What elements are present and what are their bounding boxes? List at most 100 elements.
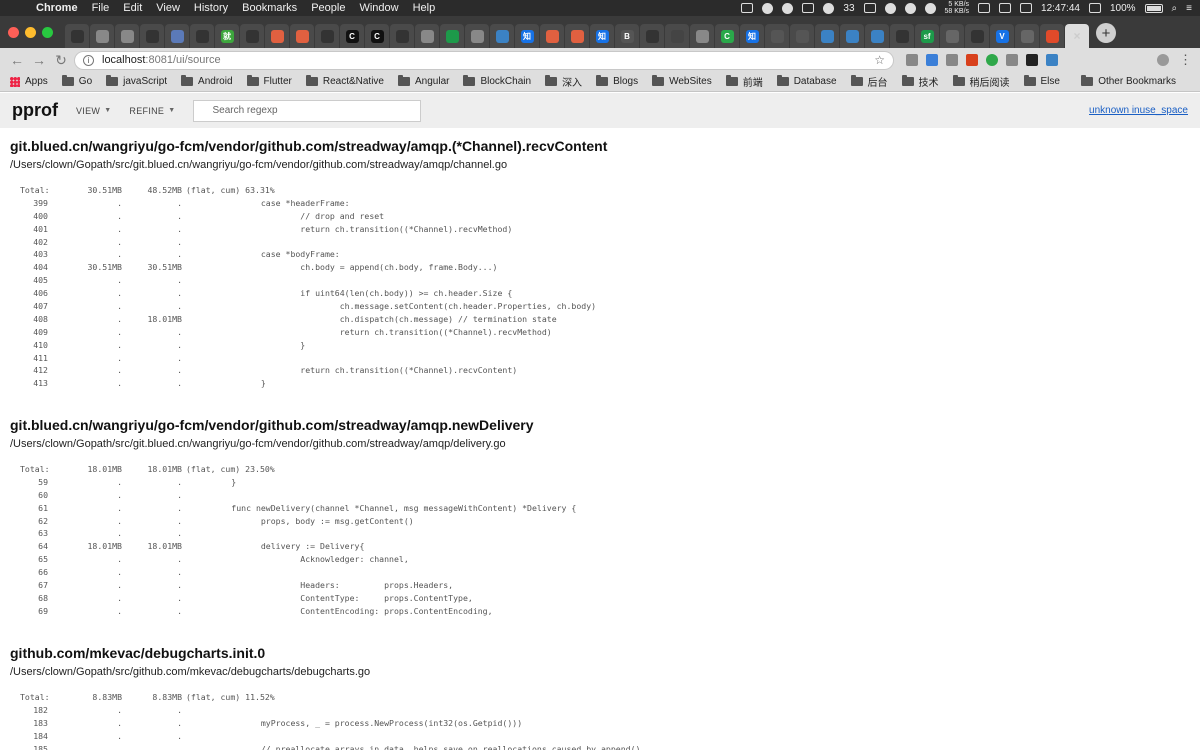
refine-menu[interactable]: REFINE ▼ <box>129 106 175 116</box>
bookmark-folder[interactable]: javaScript <box>106 74 167 89</box>
spotlight-icon[interactable]: ⌕ <box>1172 3 1178 14</box>
tray-chat-icon[interactable] <box>782 2 794 14</box>
menu-history[interactable]: History <box>194 2 228 14</box>
bookmark-folder[interactable]: 后台 <box>850 74 888 89</box>
menu-list-icon[interactable]: ≡ <box>1186 3 1192 14</box>
browser-tab[interactable] <box>165 24 189 48</box>
bookmark-folder[interactable]: Flutter <box>246 74 292 89</box>
browser-tab[interactable] <box>890 24 914 48</box>
browser-tab[interactable] <box>315 24 339 48</box>
browser-tab[interactable] <box>65 24 89 48</box>
bookmark-folder[interactable]: Go <box>61 74 92 89</box>
extension-tool-icon[interactable] <box>946 54 958 66</box>
close-window-button[interactable] <box>8 26 19 38</box>
bookmark-folder[interactable]: Android <box>181 74 233 89</box>
menu-bookmarks[interactable]: Bookmarks <box>242 2 297 14</box>
close-tab-icon[interactable]: × <box>1073 29 1080 43</box>
tray-sync-icon[interactable] <box>904 2 916 14</box>
browser-tab[interactable]: 知 <box>740 24 764 48</box>
menu-edit[interactable]: Edit <box>123 2 142 14</box>
extension-green-icon[interactable] <box>986 54 998 66</box>
menu-window[interactable]: Window <box>359 2 398 14</box>
bookmark-folder[interactable]: 前端 <box>725 74 763 89</box>
browser-tab[interactable]: 知 <box>515 24 539 48</box>
tray-net-speed[interactable]: 5 KB/s 58 KB/s <box>945 1 970 15</box>
browser-tab[interactable]: V <box>990 24 1014 48</box>
new-tab-button[interactable]: + <box>1096 23 1116 43</box>
tray-badge-count[interactable]: 33 <box>843 3 854 14</box>
browser-tab[interactable] <box>290 24 314 48</box>
tray-bluetooth-icon[interactable] <box>1088 3 1101 13</box>
browser-tab[interactable] <box>865 24 889 48</box>
bookmark-folder[interactable]: 深入 <box>545 74 582 89</box>
search-input[interactable] <box>193 99 422 122</box>
sample-type-link[interactable]: unknown inuse_space <box>1089 105 1188 116</box>
browser-tab[interactable] <box>465 24 489 48</box>
browser-tab[interactable]: 知 <box>590 24 614 48</box>
browser-tab[interactable] <box>265 24 289 48</box>
browser-tab[interactable] <box>490 24 514 48</box>
tray-wifi-icon[interactable] <box>978 3 991 13</box>
extension-bolt-icon[interactable] <box>906 54 918 66</box>
browser-tab[interactable] <box>90 24 114 48</box>
browser-tab[interactable] <box>415 24 439 48</box>
address-bar[interactable]: i localhost :8081/ui/source ☆ <box>74 50 894 70</box>
browser-tab[interactable] <box>1040 24 1064 48</box>
bookmark-other[interactable]: Other Bookmarks <box>1081 75 1176 87</box>
minimize-window-button[interactable] <box>25 26 36 38</box>
tray-input-icon[interactable] <box>863 3 876 13</box>
browser-tab[interactable]: C <box>715 24 739 48</box>
browser-tab[interactable]: C <box>340 24 364 48</box>
browser-tab[interactable] <box>815 24 839 48</box>
browser-tab[interactable]: sf <box>915 24 939 48</box>
browser-tab[interactable] <box>390 24 414 48</box>
chrome-menu-icon[interactable]: ⋮ <box>1179 52 1192 68</box>
extension-grey-icon[interactable] <box>1006 54 1018 66</box>
menu-app-name[interactable]: Chrome <box>36 2 78 14</box>
bookmark-folder[interactable]: 技术 <box>901 74 939 89</box>
bookmark-folder[interactable]: WebSites <box>652 74 712 89</box>
back-button[interactable]: ← <box>8 52 26 68</box>
browser-tab[interactable] <box>540 24 564 48</box>
bookmark-folder[interactable]: Database <box>776 74 837 89</box>
browser-tab[interactable] <box>190 24 214 48</box>
page-title[interactable]: pprof <box>12 100 58 121</box>
bookmark-folder[interactable]: BlockChain <box>463 74 531 89</box>
browser-tab[interactable] <box>115 24 139 48</box>
browser-tab[interactable] <box>1015 24 1039 48</box>
browser-tab[interactable] <box>665 24 689 48</box>
tray-weather-icon[interactable] <box>884 2 896 14</box>
browser-tab[interactable] <box>240 24 264 48</box>
bookmark-apps[interactable]: Apps <box>10 76 48 87</box>
tray-airplay-icon[interactable] <box>1020 3 1033 13</box>
bookmark-folder[interactable]: React&Native <box>305 74 384 89</box>
tray-vpn-icon[interactable] <box>741 3 754 13</box>
view-menu[interactable]: VIEW ▼ <box>76 106 111 116</box>
reload-button[interactable]: ↻ <box>52 52 70 69</box>
tray-dnd-icon[interactable] <box>924 2 936 14</box>
bookmark-folder[interactable]: Blogs <box>596 74 638 89</box>
bookmark-star-icon[interactable]: ☆ <box>874 53 885 67</box>
browser-tab[interactable] <box>765 24 789 48</box>
profile-avatar[interactable] <box>1157 54 1169 66</box>
browser-tab[interactable]: C <box>365 24 389 48</box>
browser-tab[interactable] <box>790 24 814 48</box>
menu-view[interactable]: View <box>156 2 180 14</box>
extension-sync-icon[interactable] <box>1046 54 1058 66</box>
browser-tab[interactable]: 就 <box>215 24 239 48</box>
browser-tab[interactable] <box>565 24 589 48</box>
browser-tab[interactable] <box>440 24 464 48</box>
tab-active-pprof[interactable]: × <box>1065 24 1089 48</box>
browser-tab[interactable]: B <box>615 24 639 48</box>
site-info-icon[interactable]: i <box>83 54 94 66</box>
tray-cloud-icon[interactable] <box>823 2 835 14</box>
browser-tab[interactable] <box>965 24 989 48</box>
tray-wechat-icon[interactable] <box>762 2 774 14</box>
forward-button[interactable]: → <box>30 52 48 68</box>
tray-calendar-icon[interactable] <box>999 3 1012 13</box>
extension-fe-icon[interactable] <box>966 54 978 66</box>
bookmark-folder[interactable]: Angular <box>398 74 449 89</box>
menubar-clock[interactable]: 12:47:44 <box>1041 3 1080 14</box>
menu-file[interactable]: File <box>92 2 110 14</box>
bookmark-folder[interactable]: Else <box>1023 74 1060 89</box>
